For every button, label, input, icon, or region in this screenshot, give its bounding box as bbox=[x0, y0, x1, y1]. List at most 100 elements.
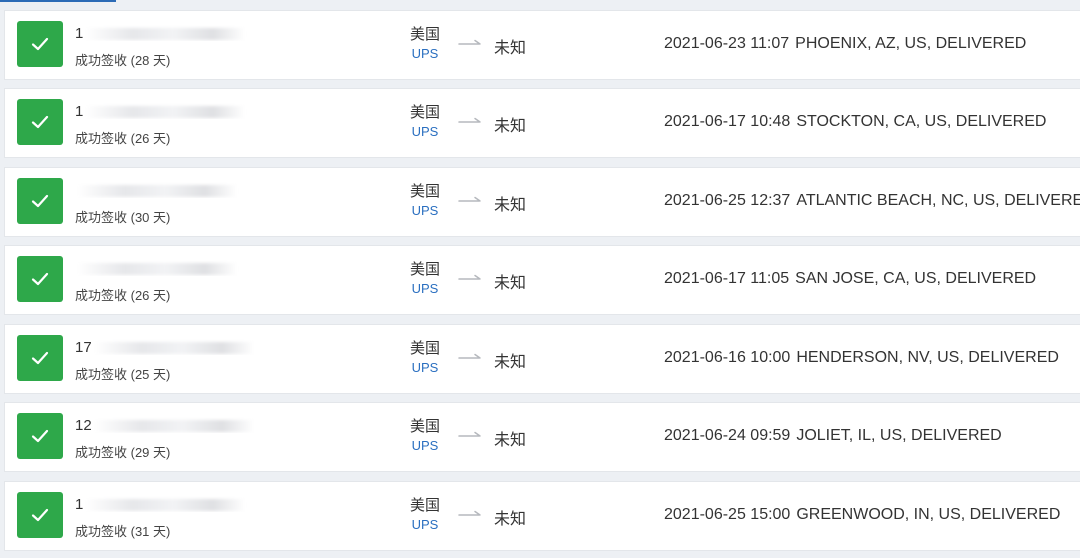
carrier-link[interactable]: UPS bbox=[403, 437, 447, 455]
tracking-number-visible: 1 bbox=[75, 25, 84, 41]
tracking-number[interactable]: 1 bbox=[75, 103, 255, 119]
delivered-status-box bbox=[17, 178, 63, 224]
carrier-link[interactable]: UPS bbox=[403, 280, 447, 298]
origin-country: 美国 bbox=[409, 183, 440, 200]
shipment-row[interactable]: 1 成功签收 (31 天) 美国 UPS 未知 2021-06-25 15:00… bbox=[4, 481, 1080, 551]
arrow-right-icon bbox=[458, 274, 481, 280]
latest-event: 2021-06-23 11:07 PHOENIX, AZ, US, DELIVER… bbox=[664, 35, 1026, 53]
destination-country: 未知 bbox=[494, 118, 527, 135]
origin: 美国 UPS bbox=[403, 497, 447, 534]
arrow-right-icon bbox=[458, 196, 481, 202]
tracking-number[interactable]: 12 bbox=[75, 417, 255, 433]
shipment-row[interactable]: 17 成功签收 (25 天) 美国 UPS 未知 2021-06-16 10:0… bbox=[4, 324, 1080, 394]
carrier-link[interactable]: UPS bbox=[403, 45, 447, 63]
tracking-number-visible: 12 bbox=[75, 417, 92, 433]
delivered-status-box bbox=[17, 335, 63, 381]
carrier-link[interactable]: UPS bbox=[403, 202, 447, 220]
carrier-link[interactable]: UPS bbox=[403, 359, 447, 377]
delivery-status-text: 成功签收 (31 天) bbox=[75, 524, 171, 539]
event-text: PHOENIX, AZ, US, DELIVERED bbox=[795, 35, 1027, 52]
event-text: JOLIET, IL, US, DELIVERED bbox=[796, 427, 1002, 444]
arrow-right-icon bbox=[458, 510, 481, 516]
latest-event: 2021-06-25 15:00 GREENWOOD, IN, US, DELIV… bbox=[664, 506, 1060, 524]
origin: 美国 UPS bbox=[403, 340, 447, 377]
carrier-link[interactable]: UPS bbox=[403, 123, 447, 141]
tracking-number-redacted bbox=[77, 185, 237, 198]
delivery-status-text: 成功签收 (29 天) bbox=[75, 445, 171, 460]
event-text: SAN JOSE, CA, US, DELIVERED bbox=[795, 270, 1037, 287]
origin-country: 美国 bbox=[409, 418, 440, 435]
check-icon bbox=[31, 37, 49, 51]
delivery-status-text: 成功签收 (25 天) bbox=[75, 367, 171, 382]
tracking-number-redacted bbox=[85, 499, 246, 512]
tracking-number[interactable]: 17 bbox=[75, 339, 255, 355]
shipment-list: 1 成功签收 (28 天) 美国 UPS 未知 2021-06-23 11:07… bbox=[0, 0, 1080, 558]
tracking-number-redacted bbox=[85, 106, 246, 119]
shipment-row[interactable]: 成功签收 (30 天) 美国 UPS 未知 2021-06-25 12:37 AT… bbox=[4, 167, 1080, 237]
delivered-status-box bbox=[17, 99, 63, 145]
arrow-right-icon bbox=[458, 117, 481, 123]
origin: 美国 UPS bbox=[403, 261, 447, 298]
tracking-number[interactable]: 1 bbox=[75, 496, 255, 512]
origin: 美国 UPS bbox=[403, 26, 447, 63]
origin-country: 美国 bbox=[409, 340, 440, 357]
latest-event: 2021-06-24 09:59 JOLIET, IL, US, DELIVERE… bbox=[664, 427, 1002, 445]
arrow-right-icon bbox=[458, 353, 481, 359]
delivery-status-text: 成功签收 (30 天) bbox=[75, 210, 171, 225]
event-time: 2021-06-17 11:05 bbox=[664, 270, 790, 287]
carrier-link[interactable]: UPS bbox=[403, 516, 447, 534]
delivery-status-text: 成功签收 (26 天) bbox=[75, 288, 171, 303]
event-time: 2021-06-24 09:59 bbox=[664, 427, 791, 444]
destination-country: 未知 bbox=[494, 432, 527, 449]
event-time: 2021-06-25 15:00 bbox=[664, 506, 791, 523]
tracking-number-redacted bbox=[93, 420, 254, 433]
delivered-status-box bbox=[17, 492, 63, 538]
shipment-row[interactable]: 12 成功签收 (29 天) 美国 UPS 未知 2021-06-24 09:5… bbox=[4, 402, 1080, 472]
check-icon bbox=[31, 115, 49, 129]
origin-country: 美国 bbox=[409, 497, 440, 514]
destination-country: 未知 bbox=[494, 197, 527, 214]
latest-event: 2021-06-25 12:37 ATLANTIC BEACH, NC, US, … bbox=[664, 192, 1080, 210]
tracking-number[interactable] bbox=[75, 182, 255, 198]
event-time: 2021-06-16 10:00 bbox=[664, 349, 791, 366]
check-icon bbox=[31, 351, 49, 365]
tracking-number-redacted bbox=[85, 28, 246, 41]
check-icon bbox=[31, 429, 49, 443]
delivered-status-box bbox=[17, 256, 63, 302]
tracking-number-visible: 1 bbox=[75, 103, 84, 119]
check-icon bbox=[31, 272, 49, 286]
origin: 美国 UPS bbox=[403, 183, 447, 220]
check-icon bbox=[31, 508, 49, 522]
shipment-row[interactable]: 1 成功签收 (26 天) 美国 UPS 未知 2021-06-17 10:48… bbox=[4, 88, 1080, 158]
latest-event: 2021-06-17 11:05 SAN JOSE, CA, US, DELIVE… bbox=[664, 270, 1036, 288]
event-time: 2021-06-23 11:07 bbox=[664, 35, 790, 52]
origin: 美国 UPS bbox=[403, 418, 447, 455]
tracking-number[interactable]: 1 bbox=[75, 25, 255, 41]
tracking-number-visible: 1 bbox=[75, 496, 84, 512]
origin-country: 美国 bbox=[409, 26, 440, 43]
origin: 美国 UPS bbox=[403, 104, 447, 141]
origin-country: 美国 bbox=[409, 261, 440, 278]
latest-event: 2021-06-17 10:48 STOCKTON, CA, US, DELIVE… bbox=[664, 113, 1046, 131]
tracking-number-redacted bbox=[77, 263, 237, 276]
origin-country: 美国 bbox=[409, 104, 440, 121]
tracking-number[interactable] bbox=[75, 260, 255, 276]
tracking-number-visible: 17 bbox=[75, 339, 92, 355]
destination-country: 未知 bbox=[494, 511, 527, 528]
tracking-number-redacted bbox=[93, 342, 254, 355]
destination-country: 未知 bbox=[494, 40, 527, 57]
latest-event: 2021-06-16 10:00 HENDERSON, NV, US, DELIV… bbox=[664, 349, 1059, 367]
event-text: ATLANTIC BEACH, NC, US, DELIVERED bbox=[796, 192, 1080, 209]
delivered-status-box bbox=[17, 21, 63, 67]
destination-country: 未知 bbox=[494, 354, 527, 371]
event-text: GREENWOOD, IN, US, DELIVERED bbox=[796, 506, 1061, 523]
check-icon bbox=[31, 194, 49, 208]
arrow-right-icon bbox=[458, 431, 481, 437]
delivered-status-box bbox=[17, 413, 63, 459]
event-text: STOCKTON, CA, US, DELIVERED bbox=[796, 113, 1047, 130]
event-time: 2021-06-25 12:37 bbox=[664, 192, 791, 209]
shipment-row[interactable]: 1 成功签收 (28 天) 美国 UPS 未知 2021-06-23 11:07… bbox=[4, 10, 1080, 80]
delivery-status-text: 成功签收 (26 天) bbox=[75, 131, 171, 146]
shipment-row[interactable]: 成功签收 (26 天) 美国 UPS 未知 2021-06-17 11:05 SA… bbox=[4, 245, 1080, 315]
destination-country: 未知 bbox=[494, 275, 527, 292]
